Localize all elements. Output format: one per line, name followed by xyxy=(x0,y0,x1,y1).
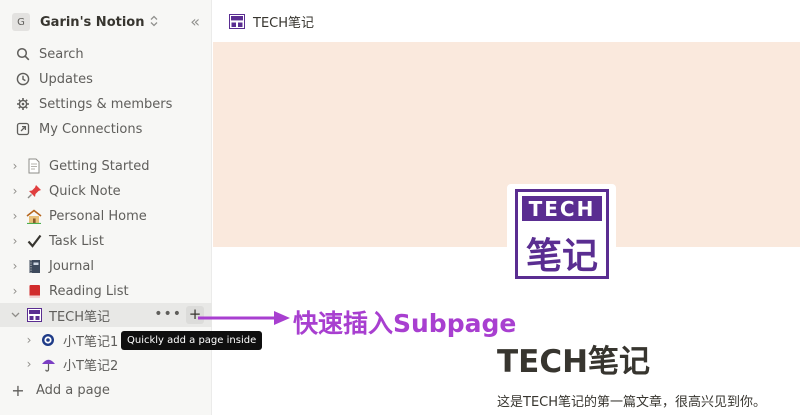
collapse-sidebar-icon[interactable]: « xyxy=(190,12,200,32)
logo-top-text: TECH xyxy=(528,197,595,221)
workspace-badge: G xyxy=(12,13,30,31)
chevron-down-icon[interactable] xyxy=(10,312,20,318)
chevron-right-icon[interactable]: › xyxy=(24,357,34,371)
chevron-right-icon[interactable]: › xyxy=(10,284,20,298)
page-label: Getting Started xyxy=(49,158,150,174)
page-label: Reading List xyxy=(49,283,129,299)
chevron-right-icon[interactable]: › xyxy=(10,184,20,198)
sidebar-page-tech[interactable]: TECH笔记 ••• + xyxy=(0,303,212,327)
plus-icon: + xyxy=(11,380,25,400)
nav-label: Settings & members xyxy=(39,96,173,112)
clock-icon xyxy=(14,72,32,86)
logo-bottom-text: 笔记 xyxy=(525,236,597,277)
page-label: Quick Note xyxy=(49,183,121,199)
chevron-right-icon[interactable]: › xyxy=(10,159,20,173)
sidebar: G Garin's Notion « Search Updates Settin… xyxy=(0,0,212,415)
sidebar-page-getting-started[interactable]: › Getting Started xyxy=(0,154,212,178)
page-label: Personal Home xyxy=(49,208,147,224)
pushpin-icon xyxy=(25,184,43,199)
gear-icon xyxy=(14,97,32,111)
sidebar-page-reading-list[interactable]: › Reading List xyxy=(0,279,212,303)
page-icon[interactable]: TECH 笔记 xyxy=(507,184,616,284)
nav-settings[interactable]: Settings & members xyxy=(0,92,212,116)
chevron-right-icon[interactable]: › xyxy=(10,234,20,248)
page-label: TECH笔记 xyxy=(49,309,111,325)
sidebar-page-journal[interactable]: › Journal xyxy=(0,254,212,278)
tech-logo-icon xyxy=(229,13,245,29)
annotation-label: 快速插入Subpage xyxy=(293,309,517,338)
book-icon xyxy=(25,284,43,299)
page-label: 小T笔记2 xyxy=(63,358,119,374)
chevron-right-icon[interactable]: › xyxy=(10,209,20,223)
breadcrumb-title[interactable]: TECH笔记 xyxy=(253,12,314,31)
search-icon xyxy=(14,47,32,61)
page-label: Journal xyxy=(49,258,94,274)
page-label: Task List xyxy=(49,233,104,249)
nav-search[interactable]: Search xyxy=(0,42,212,66)
connection-icon xyxy=(14,122,32,136)
add-page-button[interactable]: + Add a page xyxy=(0,378,212,402)
tooltip: Quickly add a page inside xyxy=(121,331,263,350)
sidebar-page-personal-home[interactable]: › Personal Home xyxy=(0,204,212,228)
document-icon xyxy=(25,158,43,174)
workspace-name: Garin's Notion xyxy=(40,14,145,30)
chevron-up-down-icon xyxy=(150,15,158,30)
topbar: TECH笔记 xyxy=(213,0,800,42)
nav-connections[interactable]: My Connections xyxy=(0,117,212,141)
tech-logo-icon xyxy=(25,308,43,322)
house-icon xyxy=(25,208,43,224)
notebook-icon xyxy=(25,259,43,274)
workspace-switcher[interactable]: G Garin's Notion « xyxy=(10,10,202,34)
nav-label: My Connections xyxy=(39,121,143,137)
chevron-right-icon[interactable]: › xyxy=(10,259,20,273)
add-page-label: Add a page xyxy=(36,382,110,398)
sidebar-page-task-list[interactable]: › Task List xyxy=(0,229,212,253)
nav-label: Search xyxy=(39,46,84,62)
nav-updates[interactable]: Updates xyxy=(0,67,212,91)
checkmark-icon xyxy=(25,234,43,248)
sidebar-page-quick-note[interactable]: › Quick Note xyxy=(0,179,212,203)
sidebar-subpage-t2[interactable]: › 小T笔记2 xyxy=(0,352,212,376)
page-body-text[interactable]: 这是TECH笔记的第一篇文章，很高兴见到你。 xyxy=(497,391,766,410)
annotation-arrow xyxy=(198,311,290,325)
umbrella-icon xyxy=(39,357,57,372)
page-label: 小T笔记1 xyxy=(63,334,119,350)
tech-logo: TECH 笔记 xyxy=(514,189,609,279)
chevron-right-icon[interactable]: › xyxy=(24,333,34,347)
nav-label: Updates xyxy=(39,71,93,87)
target-icon xyxy=(39,333,57,347)
more-options-icon[interactable]: ••• xyxy=(154,303,182,327)
page-title[interactable]: TECH笔记 xyxy=(497,336,650,381)
